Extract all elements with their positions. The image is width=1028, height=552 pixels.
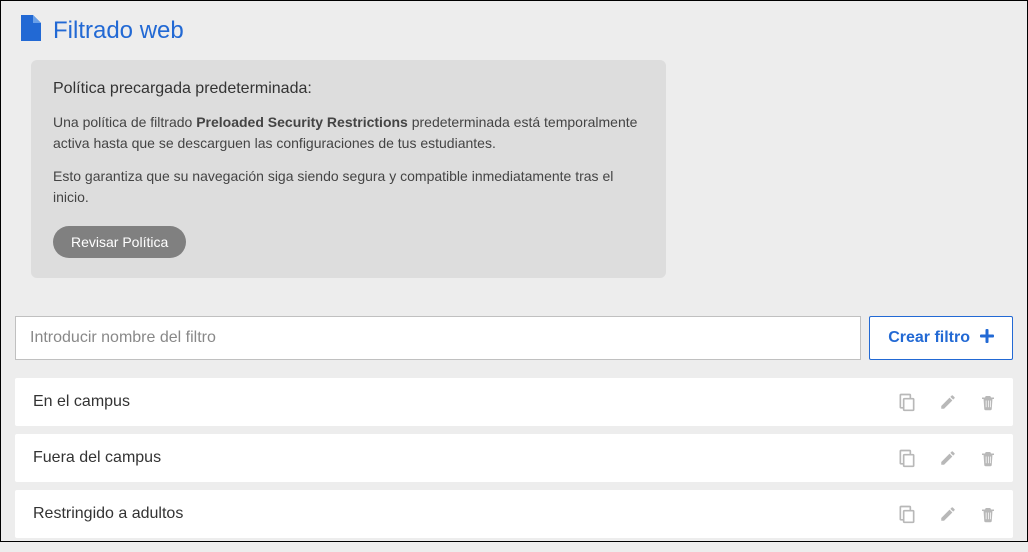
delete-icon[interactable]: [979, 392, 997, 412]
filter-item[interactable]: Restringido a adultos: [15, 490, 1013, 538]
delete-icon[interactable]: [979, 448, 997, 468]
notice-paragraph-2: Esto garantiza que su navegación siga si…: [53, 166, 644, 208]
notice-paragraph-1: Una política de filtrado Preloaded Secur…: [53, 112, 644, 154]
notice-p1-a: Una política de filtrado: [53, 114, 196, 130]
page-title: Filtrado web: [53, 17, 184, 45]
edit-icon[interactable]: [939, 505, 957, 523]
filter-row-actions: [897, 392, 997, 412]
copy-icon[interactable]: [897, 392, 917, 412]
create-filter-label: Crear filtro: [888, 329, 970, 347]
edit-icon[interactable]: [939, 393, 957, 411]
create-filter-row: Crear filtro: [15, 316, 1013, 360]
filter-item-label: Restringido a adultos: [33, 505, 897, 523]
notice-p1-bold: Preloaded Security Restrictions: [196, 114, 408, 130]
create-filter-button[interactable]: Crear filtro: [869, 316, 1013, 360]
filter-row-actions: [897, 504, 997, 524]
review-policy-button[interactable]: Revisar Política: [53, 226, 186, 258]
page-header: Filtrado web: [15, 15, 1013, 46]
filter-item-label: Fuera del campus: [33, 449, 897, 467]
filter-name-input[interactable]: [15, 316, 861, 360]
plus-icon: [980, 329, 994, 348]
filter-item[interactable]: En el campus: [15, 378, 1013, 426]
filter-item[interactable]: Fuera del campus: [15, 434, 1013, 482]
filter-item-label: En el campus: [33, 393, 897, 411]
copy-icon[interactable]: [897, 448, 917, 468]
delete-icon[interactable]: [979, 504, 997, 524]
document-icon: [19, 15, 41, 46]
filter-row-actions: [897, 448, 997, 468]
notice-title: Política precargada predeterminada:: [53, 80, 644, 98]
copy-icon[interactable]: [897, 504, 917, 524]
preloaded-policy-notice: Política precargada predeterminada: Una …: [31, 60, 666, 278]
filters-list: En el campus: [15, 378, 1013, 538]
edit-icon[interactable]: [939, 449, 957, 467]
